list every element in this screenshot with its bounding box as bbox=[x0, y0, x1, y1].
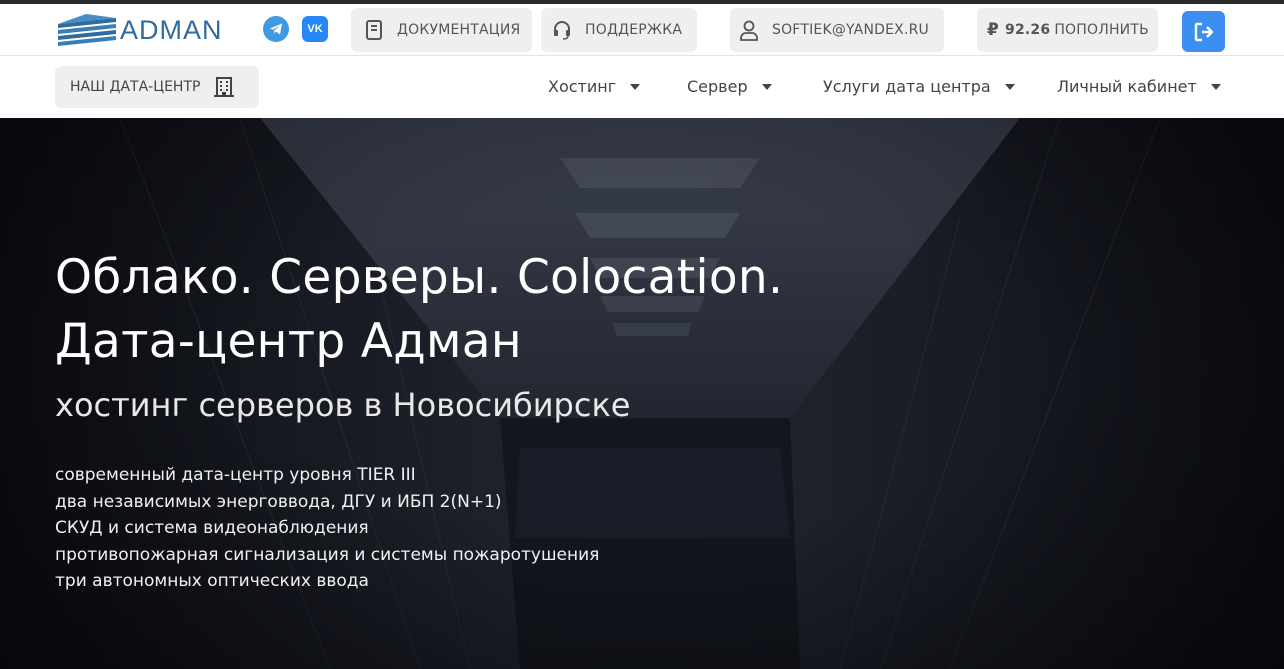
documentation-label: ДОКУМЕНТАЦИЯ bbox=[397, 22, 521, 38]
list-item: три автономных оптических ввода bbox=[55, 571, 369, 591]
chevron-down-icon bbox=[1210, 83, 1221, 90]
sign-out-icon bbox=[1194, 22, 1213, 41]
hero-section: Облако. Серверы. Colocation. Дата-центр … bbox=[0, 118, 1284, 669]
logo-text: ADMAN bbox=[120, 14, 223, 45]
headset-icon bbox=[551, 19, 573, 41]
nav-server-label: Сервер bbox=[687, 77, 748, 96]
our-datacenter-label: НАШ ДАТА-ЦЕНТР bbox=[70, 79, 201, 95]
vk-icon: VK bbox=[307, 23, 323, 35]
header-top-bar: ADMAN VK ДОКУМЕНТАЦИЯ ПОДДЕРЖКА SOFTIEK@… bbox=[0, 4, 1284, 56]
main-navigation: НАШ ДАТА-ЦЕНТР Хостинг Сервер Услуги дат… bbox=[0, 56, 1284, 118]
documentation-button[interactable]: ДОКУМЕНТАЦИЯ bbox=[351, 8, 532, 52]
hero-title-line-1: Облако. Серверы. Colocation. bbox=[55, 250, 784, 305]
nav-datacenter-services-dropdown[interactable]: Услуги дата центра bbox=[823, 77, 1015, 96]
chevron-down-icon bbox=[630, 83, 641, 90]
chevron-down-icon bbox=[761, 83, 772, 90]
list-item: противопожарная сигнализация и системы п… bbox=[55, 544, 600, 565]
support-label: ПОДДЕРЖКА bbox=[585, 22, 683, 38]
feature-list: современный дата-центр уровня TIER III д… bbox=[55, 462, 783, 595]
chevron-down-icon bbox=[1004, 83, 1015, 90]
user-email: SOFTIEK@YANDEX.RU bbox=[772, 22, 929, 38]
our-datacenter-button[interactable]: НАШ ДАТА-ЦЕНТР bbox=[55, 66, 259, 108]
nav-account-label: Личный кабинет bbox=[1057, 77, 1197, 96]
topup-label: ПОПОЛНИТЬ bbox=[1054, 22, 1149, 38]
list-item: два независимых энерговвода, ДГУ и ИБП 2… bbox=[55, 491, 502, 512]
vk-link[interactable]: VK bbox=[302, 16, 328, 42]
hero-title: Облако. Серверы. Colocation. Дата-центр … bbox=[55, 246, 783, 374]
hero-title-line-2: Дата-центр Адман bbox=[55, 314, 522, 369]
building-icon bbox=[214, 76, 235, 98]
support-button[interactable]: ПОДДЕРЖКА bbox=[541, 8, 697, 52]
balance-amount: 92.26 bbox=[1005, 22, 1051, 38]
balance-topup-button[interactable]: ₽ 92.26 ПОПОЛНИТЬ bbox=[977, 8, 1158, 52]
nav-server-dropdown[interactable]: Сервер bbox=[687, 77, 772, 96]
nav-hosting-label: Хостинг bbox=[548, 77, 617, 96]
book-icon bbox=[363, 19, 385, 41]
nav-hosting-dropdown[interactable]: Хостинг bbox=[548, 77, 641, 96]
user-icon bbox=[738, 19, 760, 41]
nav-account-dropdown[interactable]: Личный кабинет bbox=[1057, 77, 1221, 96]
logo-mark-icon bbox=[58, 14, 116, 46]
logout-button[interactable] bbox=[1182, 11, 1225, 52]
nav-datacenter-services-label: Услуги дата центра bbox=[823, 77, 991, 96]
user-account-button[interactable]: SOFTIEK@YANDEX.RU bbox=[730, 8, 944, 52]
hero-subtitle: хостинг серверов в Новосибирске bbox=[55, 386, 631, 424]
hero-content: Облако. Серверы. Colocation. Дата-центр … bbox=[55, 246, 783, 595]
ruble-icon: ₽ bbox=[987, 20, 1000, 40]
telegram-link[interactable] bbox=[263, 16, 289, 42]
list-item: современный дата-центр уровня TIER III bbox=[55, 465, 416, 485]
telegram-icon bbox=[270, 23, 282, 35]
list-item: СКУД и система видеонаблюдения bbox=[55, 518, 369, 538]
site-logo[interactable]: ADMAN bbox=[56, 10, 223, 50]
